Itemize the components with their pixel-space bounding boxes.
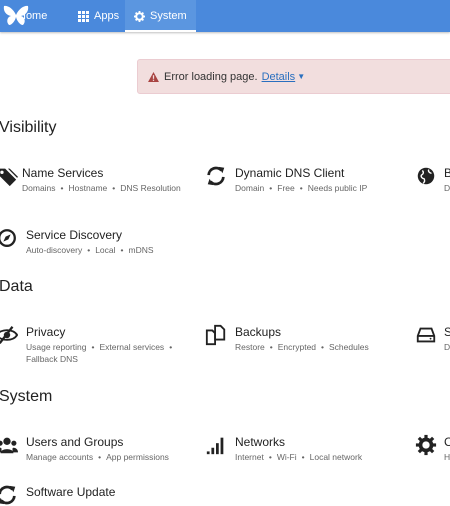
nav-apps-label: Apps	[94, 10, 120, 22]
refresh-icon	[207, 166, 225, 186]
tile-name: Dynamic DNS Client	[235, 166, 345, 180]
tags-icon	[0, 168, 18, 187]
tile-name: Networks	[235, 435, 286, 449]
tile-name: Service Discovery	[26, 228, 123, 242]
tile-name: Privacy	[26, 325, 66, 339]
nav-apps[interactable]: Apps	[78, 0, 119, 32]
tile-name: Backups	[235, 325, 282, 339]
nav-system[interactable]: System	[125, 0, 196, 32]
tile-name: B	[444, 166, 450, 180]
tile-tags: Domains • Hostname • DNS Resolution	[22, 183, 181, 193]
eye-slash-icon	[0, 326, 18, 344]
top-navbar: Home Apps System	[0, 0, 450, 32]
tile-tags: Usage reporting • External services • Fallb…	[26, 342, 173, 364]
signal-bars-icon	[206, 437, 224, 455]
section-title-visibility: Visibility	[0, 119, 57, 136]
tile-tags: Internet • Wi-Fi • Local network	[235, 452, 363, 462]
section-title-system: System	[0, 388, 53, 405]
nav-home-label: Home	[18, 10, 48, 22]
tile-tags: Restore • Encrypted • Schedules	[235, 342, 369, 352]
caret-down-icon[interactable]: ▼	[297, 72, 305, 81]
gear-icon	[134, 10, 145, 22]
compass-icon	[0, 229, 16, 247]
copy-files-icon	[205, 324, 226, 346]
warning-icon	[148, 71, 159, 82]
tile-name: C	[444, 435, 450, 449]
tile-tags: Auto-discovery • Local • mDNS	[26, 245, 154, 255]
tile-tags: Domain • Free • Needs public IP	[235, 183, 368, 193]
section-title-data: Data	[0, 278, 33, 295]
tile-name: Name Services	[22, 166, 104, 180]
globe-icon	[417, 167, 435, 185]
gear-icon	[415, 434, 437, 456]
details-link[interactable]: Details	[262, 71, 296, 83]
nav-system-label: System	[150, 10, 187, 22]
alert-message: Error loading page.	[164, 70, 258, 83]
nav-home[interactable]: Home	[18, 0, 64, 32]
tile-tags: H	[444, 452, 450, 462]
hard-drive-icon	[416, 327, 436, 343]
error-alert: Error loading page. Details ▼	[137, 59, 450, 94]
tile-name: Software Update	[26, 485, 116, 499]
grid-icon	[78, 10, 89, 22]
tile-tags: D	[444, 342, 450, 352]
tile-tags: Manage accounts • App permissions	[26, 452, 169, 462]
users-icon	[0, 437, 18, 454]
tile-name: S	[444, 325, 450, 339]
update-icon	[0, 485, 16, 505]
tile-name: Users and Groups	[26, 435, 124, 449]
tile-tags: D	[444, 183, 450, 193]
